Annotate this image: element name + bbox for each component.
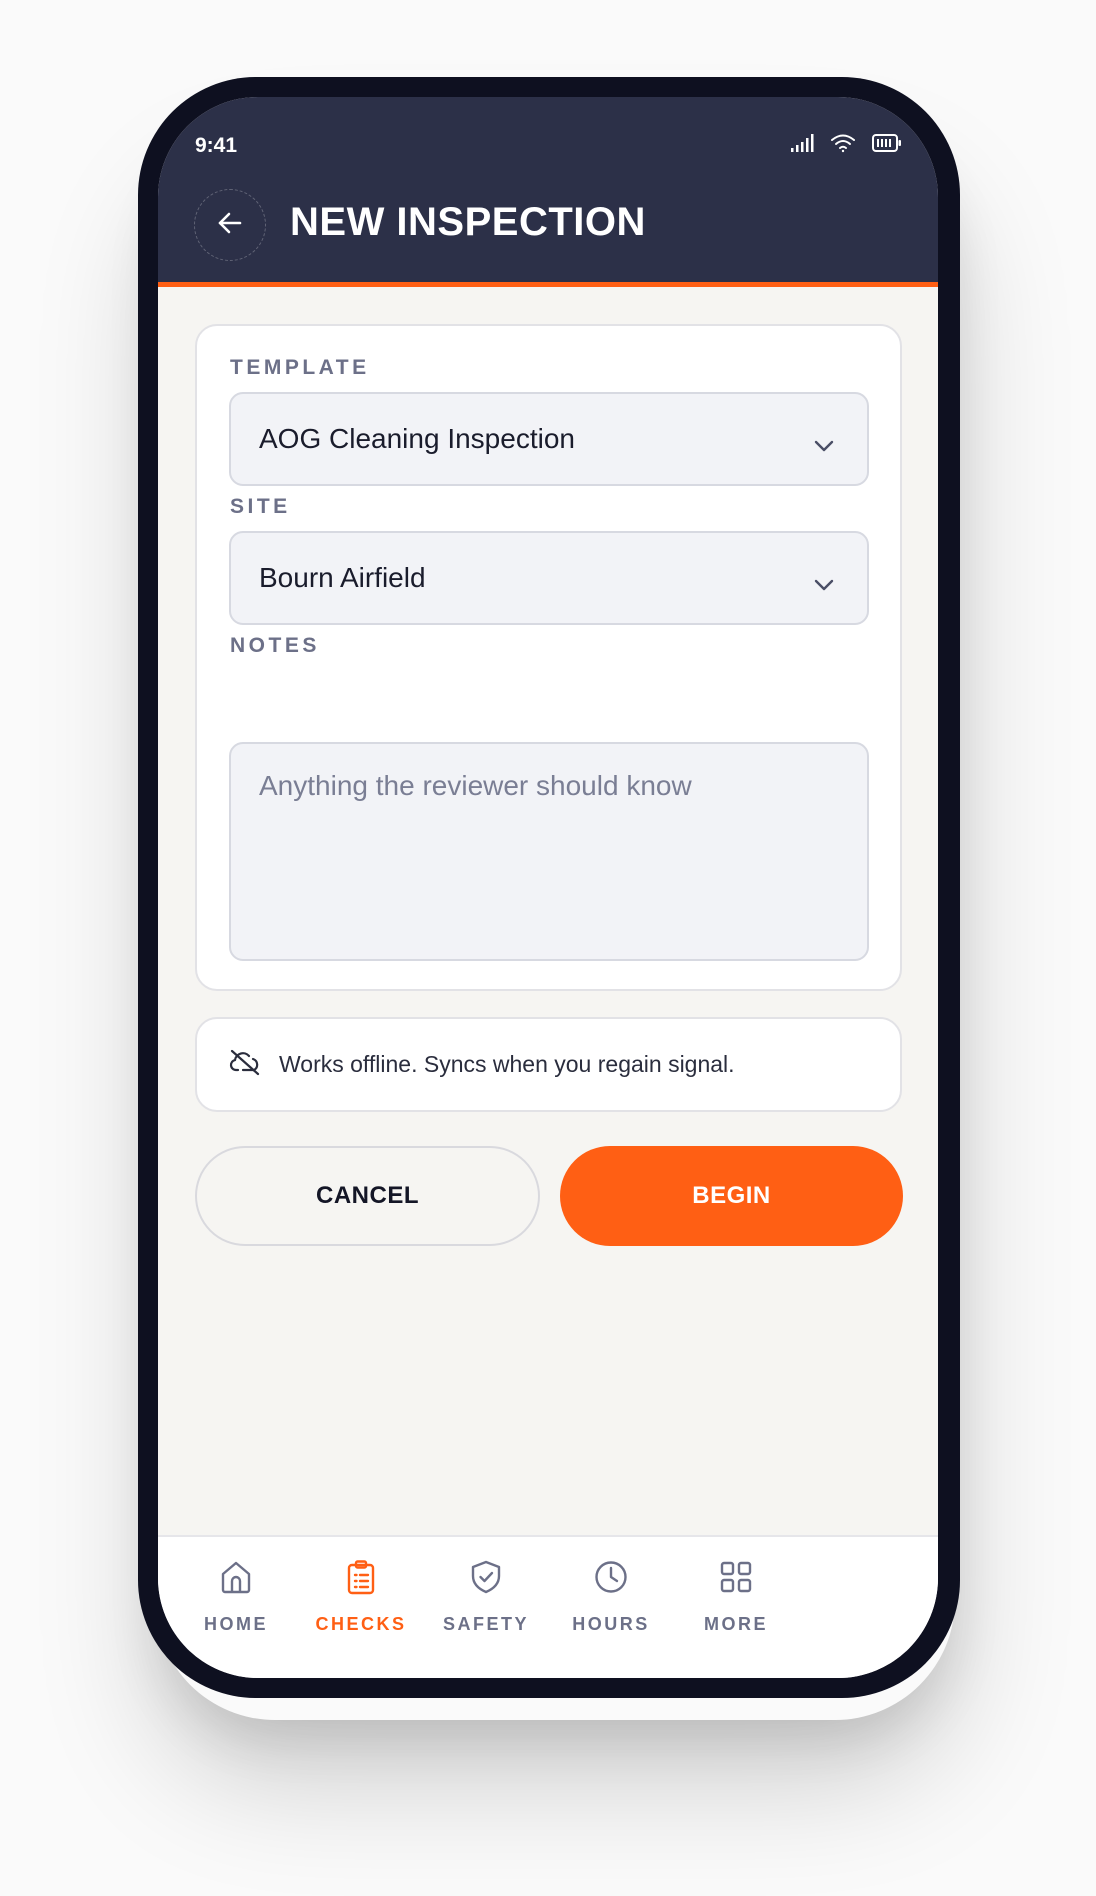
cancel-button[interactable]: CANCEL: [195, 1146, 540, 1246]
cloud-off-icon: [229, 1048, 261, 1081]
template-label: TEMPLATE: [230, 356, 370, 379]
template-select[interactable]: AOG Cleaning Inspection: [229, 392, 869, 486]
back-button[interactable]: [194, 189, 266, 261]
nav-label-safety: SAFETY: [442, 1614, 529, 1634]
chevron-down-icon: [813, 567, 835, 599]
notes-field[interactable]: Anything the reviewer should know: [229, 742, 869, 961]
nav-label-hours: HOURS: [572, 1614, 650, 1634]
template-value: AOG Cleaning Inspection: [259, 423, 575, 454]
page-title: NEW INSPECTION: [290, 200, 646, 244]
nav-item-hours[interactable]: HOURS: [541, 1559, 681, 1635]
shield-check-icon: [468, 1559, 504, 1600]
nav-label-home: HOME: [204, 1614, 268, 1634]
status-time: 9:41: [195, 134, 238, 157]
chevron-down-icon: [813, 428, 835, 460]
nav-item-more[interactable]: MORE: [666, 1559, 806, 1635]
home-icon: [218, 1559, 254, 1600]
signal-icon: [790, 134, 814, 157]
nav-item-checks[interactable]: CHECKS: [291, 1559, 431, 1635]
app-header: 9:41 NEW INSPECTION: [158, 97, 938, 287]
inspection-form-card: TEMPLATE AOG Cleaning Inspection SITE Bo…: [195, 324, 902, 991]
battery-icon: [872, 134, 902, 157]
offline-notice-text: Works offline. Syncs when you regain sig…: [279, 1051, 735, 1077]
bottom-nav: HOME CHECKS SAFETY HOURS MORE: [158, 1535, 938, 1678]
nav-label-checks: CHECKS: [315, 1614, 407, 1634]
app-screen: 9:41 NEW INSPECTION TEMPLATE AOG Cleanin…: [158, 97, 938, 1678]
site-label: SITE: [230, 495, 291, 518]
site-select[interactable]: Bourn Airfield: [229, 531, 869, 625]
phone-frame: 9:41 NEW INSPECTION TEMPLATE AOG Cleanin…: [138, 77, 960, 1698]
clipboard-icon: [343, 1559, 379, 1600]
nav-item-safety[interactable]: SAFETY: [416, 1559, 556, 1635]
nav-item-home[interactable]: HOME: [166, 1559, 306, 1635]
clock-icon: [593, 1559, 629, 1600]
grid-icon: [718, 1559, 754, 1600]
arrow-left-icon: [216, 209, 244, 242]
status-icons: [790, 133, 902, 158]
site-value: Bourn Airfield: [259, 562, 426, 593]
notes-label: NOTES: [230, 634, 320, 657]
wifi-icon: [830, 133, 856, 158]
nav-label-more: MORE: [704, 1614, 768, 1634]
begin-button[interactable]: BEGIN: [560, 1146, 903, 1246]
offline-notice: Works offline. Syncs when you regain sig…: [195, 1017, 902, 1112]
notes-placeholder: Anything the reviewer should know: [259, 770, 692, 801]
